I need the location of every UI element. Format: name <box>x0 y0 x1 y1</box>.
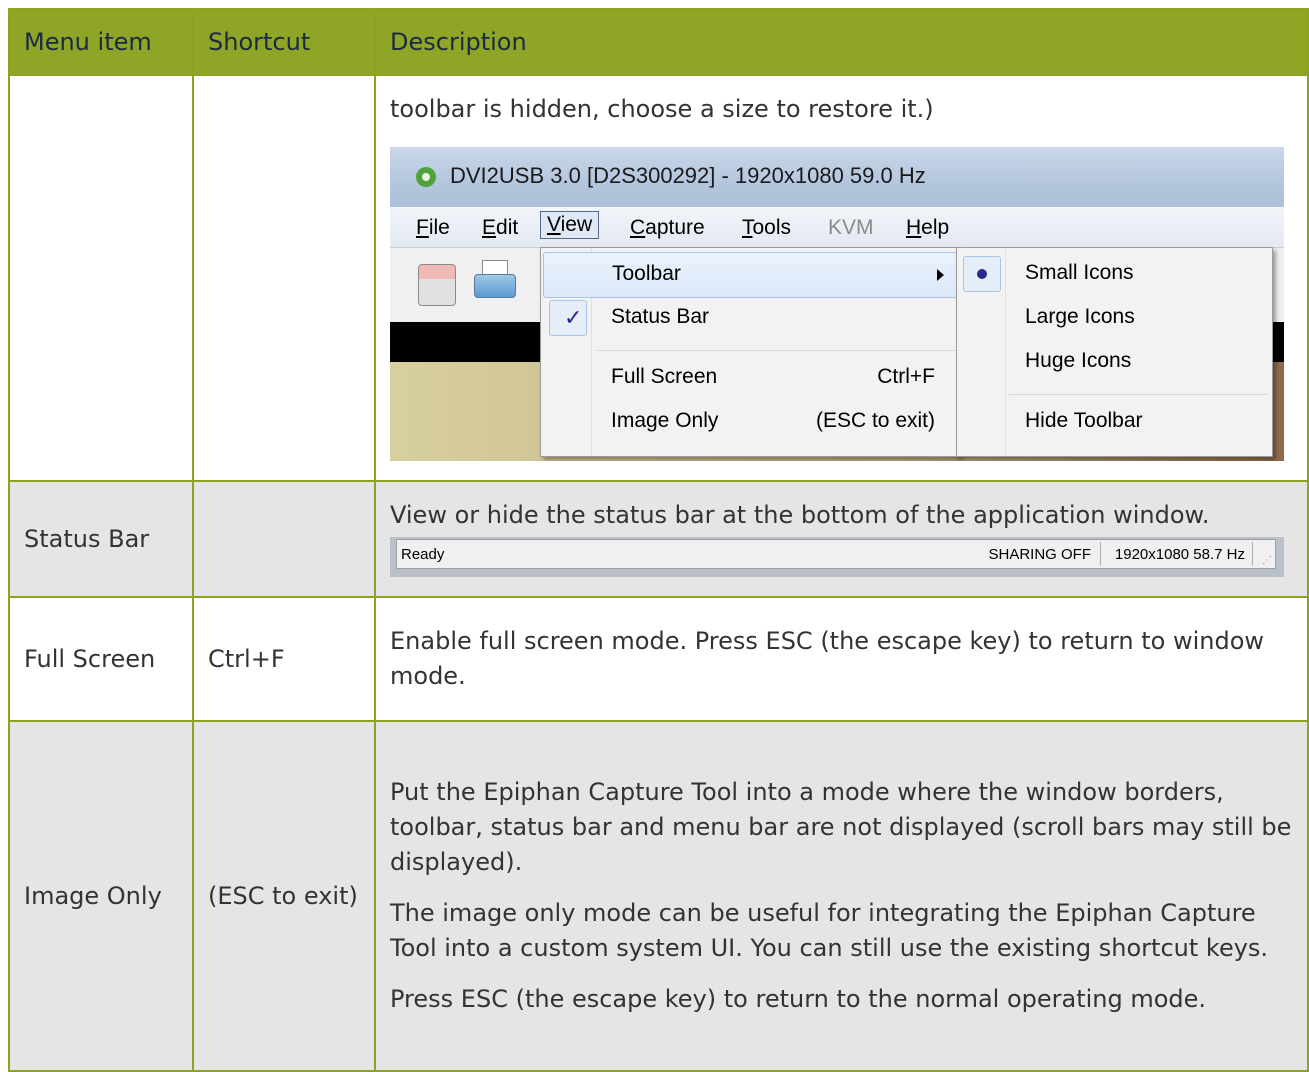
menu-separator <box>597 350 955 351</box>
menu-view-label: iew <box>560 213 593 236</box>
radio-dot-icon <box>977 269 987 279</box>
menu-tools[interactable]: Tools <box>742 216 791 240</box>
description-paragraph: The image only mode can be useful for in… <box>390 899 1269 962</box>
description-paragraph: Press ESC (the escape key) to return to … <box>390 985 1207 1013</box>
submenu-separator <box>1009 394 1268 395</box>
resize-grip-icon[interactable]: ⋰ <box>1262 555 1272 566</box>
view-menu-image-only[interactable]: Image Only (ESC to exit) <box>543 400 957 444</box>
description-text: toolbar is hidden, choose a size to rest… <box>390 95 934 123</box>
menu-file-mnemonic: F <box>416 216 429 239</box>
view-menu-full-screen-label: Full Screen <box>611 365 718 388</box>
description-paragraph: Put the Epiphan Capture Tool into a mode… <box>390 778 1292 876</box>
cell-description: Enable full screen mode. Press ESC (the … <box>374 596 1309 722</box>
submenu-hide-toolbar-label: Hide Toolbar <box>1025 409 1143 432</box>
cell-menu-item <box>8 74 194 482</box>
menu-kvm[interactable]: KVM <box>828 216 874 240</box>
toolbar-submenu: Small Icons Large Icons Huge Icons Hide … <box>956 247 1273 457</box>
cell-shortcut: (ESC to exit) <box>192 720 376 1072</box>
submenu-hide-toolbar[interactable]: Hide Toolbar <box>959 400 1270 444</box>
statusbar-screenshot: Ready SHARING OFF 1920x1080 58.7 Hz ⋰ <box>390 537 1284 577</box>
view-menu-image-only-label: Image Only <box>611 409 719 432</box>
view-menu-toolbar[interactable]: Toolbar <box>543 252 957 298</box>
submenu-small-icons[interactable]: Small Icons <box>959 252 1270 296</box>
description-text: Enable full screen mode. Press ESC (the … <box>390 627 1265 690</box>
submenu-arrow-icon <box>937 269 944 281</box>
cell-menu-item: Image Only <box>8 720 194 1072</box>
shortcut-table: Menu item Shortcut Description toolbar i… <box>8 8 1309 1072</box>
submenu-large-icons[interactable]: Large Icons <box>959 296 1270 340</box>
menu-file[interactable]: File <box>416 216 450 240</box>
header-description: Description <box>374 8 1309 76</box>
status-resolution-text: 1920x1080 58.7 Hz <box>1114 546 1245 563</box>
menu-file-label: ile <box>428 216 450 239</box>
menu-edit-mnemonic: E <box>482 216 497 239</box>
print-icon[interactable] <box>474 260 516 304</box>
view-menu-dropdown: Toolbar ✓ Status Bar Full Screen Ctrl+F <box>540 247 960 457</box>
cell-menu-item: Full Screen <box>8 596 194 722</box>
table-row: Image Only (ESC to exit) Put the Epiphan… <box>8 720 1309 1072</box>
table-header-row: Menu item Shortcut Description <box>8 8 1309 76</box>
description-text: View or hide the status bar at the botto… <box>390 501 1210 529</box>
table-row: toolbar is hidden, choose a size to rest… <box>8 74 1309 482</box>
view-menu-status-bar[interactable]: ✓ Status Bar <box>543 296 957 340</box>
cell-description: toolbar is hidden, choose a size to rest… <box>374 74 1309 482</box>
view-menu-status-bar-label: Status Bar <box>611 305 710 328</box>
header-shortcut: Shortcut <box>192 8 376 76</box>
header-menu-item: Menu item <box>8 8 194 76</box>
menu-view-mnemonic: V <box>547 213 561 236</box>
status-bar: Ready SHARING OFF 1920x1080 58.7 Hz ⋰ <box>396 539 1276 569</box>
window-titlebar: DVI2USB 3.0 [D2S300292] - 1920x1080 59.0… <box>390 147 1284 207</box>
menu-help-label: elp <box>921 216 950 239</box>
table-row: Status Bar View or hide the status bar a… <box>8 480 1309 598</box>
view-menu-image-only-shortcut: (ESC to exit) <box>815 409 935 432</box>
menu-view[interactable]: View <box>540 211 600 239</box>
cell-description: Put the Epiphan Capture Tool into a mode… <box>374 720 1309 1072</box>
menu-capture-mnemonic: C <box>630 216 646 239</box>
submenu-small-icons-label: Small Icons <box>1025 261 1134 284</box>
view-menu-toolbar-label: Toolbar <box>612 262 681 285</box>
cell-menu-item: Status Bar <box>8 480 194 598</box>
radio-box <box>963 256 1001 292</box>
view-menu-full-screen-shortcut: Ctrl+F <box>877 365 935 388</box>
checkmark-icon: ✓ <box>564 305 583 330</box>
cell-shortcut <box>192 480 376 598</box>
cell-shortcut: Ctrl+F <box>192 596 376 722</box>
window-title: DVI2USB 3.0 [D2S300292] - 1920x1080 59.0… <box>450 163 926 188</box>
epiphan-logo-icon <box>416 167 436 187</box>
menu-capture[interactable]: Capture <box>630 216 705 240</box>
menu-edit[interactable]: Edit <box>482 216 518 240</box>
menu-capture-label: apture <box>645 216 705 239</box>
status-sharing-text: SHARING OFF <box>988 546 1091 563</box>
submenu-huge-icons[interactable]: Huge Icons <box>959 340 1270 384</box>
menu-tools-mnemonic: T <box>742 216 753 239</box>
menu-help-mnemonic: H <box>906 216 922 239</box>
checkmark-box: ✓ <box>549 300 587 336</box>
menu-bar: File Edit View Capture Tools KVM Help <box>390 207 1284 248</box>
menu-tools-label: ools <box>752 216 792 239</box>
app-window-screenshot: DVI2USB 3.0 [D2S300292] - 1920x1080 59.0… <box>390 147 1284 461</box>
cell-shortcut <box>192 74 376 482</box>
menu-edit-label: dit <box>496 216 519 239</box>
table-row: Full Screen Ctrl+F Enable full screen mo… <box>8 596 1309 722</box>
view-menu-full-screen[interactable]: Full Screen Ctrl+F <box>543 356 957 400</box>
cell-description: View or hide the status bar at the botto… <box>374 480 1309 598</box>
status-ready-text: Ready <box>401 546 445 563</box>
submenu-large-icons-label: Large Icons <box>1025 305 1135 328</box>
save-icon[interactable] <box>418 264 456 306</box>
submenu-huge-icons-label: Huge Icons <box>1025 349 1132 372</box>
menu-help[interactable]: Help <box>906 216 949 240</box>
